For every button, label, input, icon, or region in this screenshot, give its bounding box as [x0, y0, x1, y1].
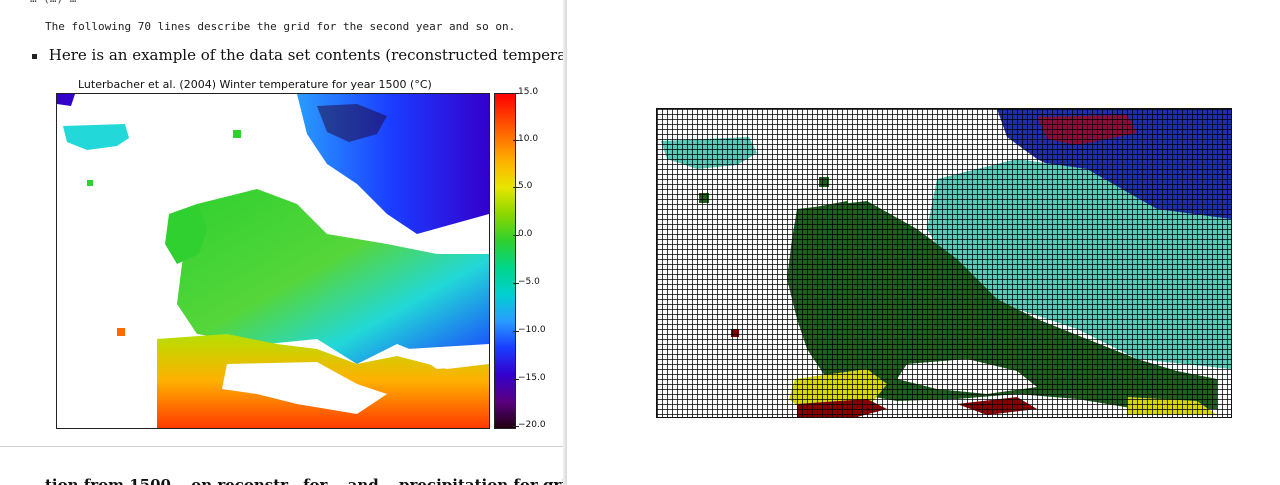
colorbar-label: −10.0 [518, 325, 546, 335]
gridded-europe-map [656, 108, 1232, 418]
section-divider [0, 446, 565, 447]
small-island-shape [87, 180, 93, 186]
iceland-shape [63, 124, 129, 150]
cut-off-top-text: … (…) … [30, 0, 76, 5]
colorbar-label: 10.0 [518, 134, 539, 144]
temperature-map [56, 93, 490, 429]
example-bullet-text: Here is an example of the data set conte… [48, 46, 565, 64]
northwest-corner-shape [57, 94, 75, 106]
temperature-map-svg [57, 94, 489, 428]
pane-divider[interactable] [563, 0, 567, 485]
small-island-shape [233, 130, 241, 138]
bullet-icon [32, 53, 37, 59]
plot-title: Luterbacher et al. (2004) Winter tempera… [78, 78, 432, 91]
cut-off-bottom-text: …tion from 1500 …on reconstr…for …and …p… [30, 476, 565, 485]
colorbar-label: 5.0 [518, 181, 533, 191]
colorbar-label: −5.0 [518, 277, 540, 287]
colorbar-label: −15.0 [518, 373, 546, 383]
map-grid-overlay [657, 109, 1231, 417]
example-bullet: Here is an example of the data set conte… [32, 46, 565, 64]
colorbar-label: 0.0 [518, 229, 533, 239]
colorbar-label: −20.0 [518, 420, 546, 430]
colorbar-label: 15.0 [518, 87, 539, 97]
grid-description-line: The following 70 lines describe the grid… [45, 20, 516, 33]
document-left-pane: … (…) … The following 70 lines describe … [0, 0, 565, 485]
small-island-shape [117, 328, 125, 336]
